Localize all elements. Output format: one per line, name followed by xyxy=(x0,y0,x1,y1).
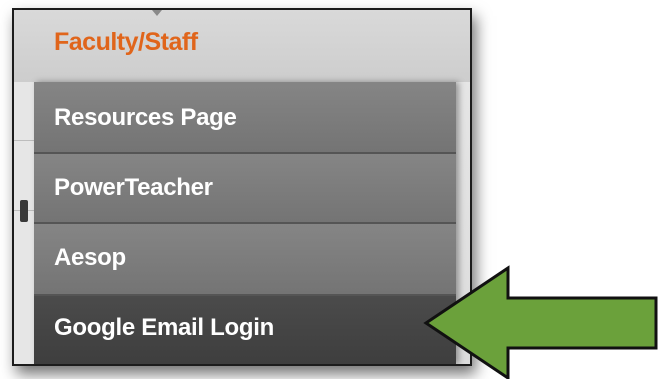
caret-down-icon xyxy=(152,10,162,16)
faculty-staff-menu-title[interactable]: Faculty/Staff xyxy=(54,28,198,57)
nav-header[interactable]: Faculty/Staff xyxy=(14,10,470,82)
menu-item-label: Resources Page xyxy=(54,104,237,131)
edge-divider xyxy=(14,140,34,141)
menu-item-label: PowerTeacher xyxy=(54,174,213,201)
menu-item-powerteacher[interactable]: PowerTeacher xyxy=(34,154,456,224)
screenshot-stage: Faculty/Staff Resources Page PowerTeache… xyxy=(0,0,661,379)
menu-item-label: Aesop xyxy=(54,244,126,271)
dropdown-menu: Resources Page PowerTeacher Aesop Google… xyxy=(34,82,456,364)
arrow-left-icon xyxy=(423,265,658,379)
menu-item-google-email-login[interactable]: Google Email Login xyxy=(34,296,456,364)
screenshot-frame: Faculty/Staff Resources Page PowerTeache… xyxy=(12,8,472,366)
edge-marker-icon xyxy=(20,200,28,222)
menu-item-aesop[interactable]: Aesop xyxy=(34,224,456,296)
page-left-edge xyxy=(14,82,35,364)
menu-item-resources-page[interactable]: Resources Page xyxy=(34,82,456,154)
menu-item-label: Google Email Login xyxy=(54,314,274,341)
